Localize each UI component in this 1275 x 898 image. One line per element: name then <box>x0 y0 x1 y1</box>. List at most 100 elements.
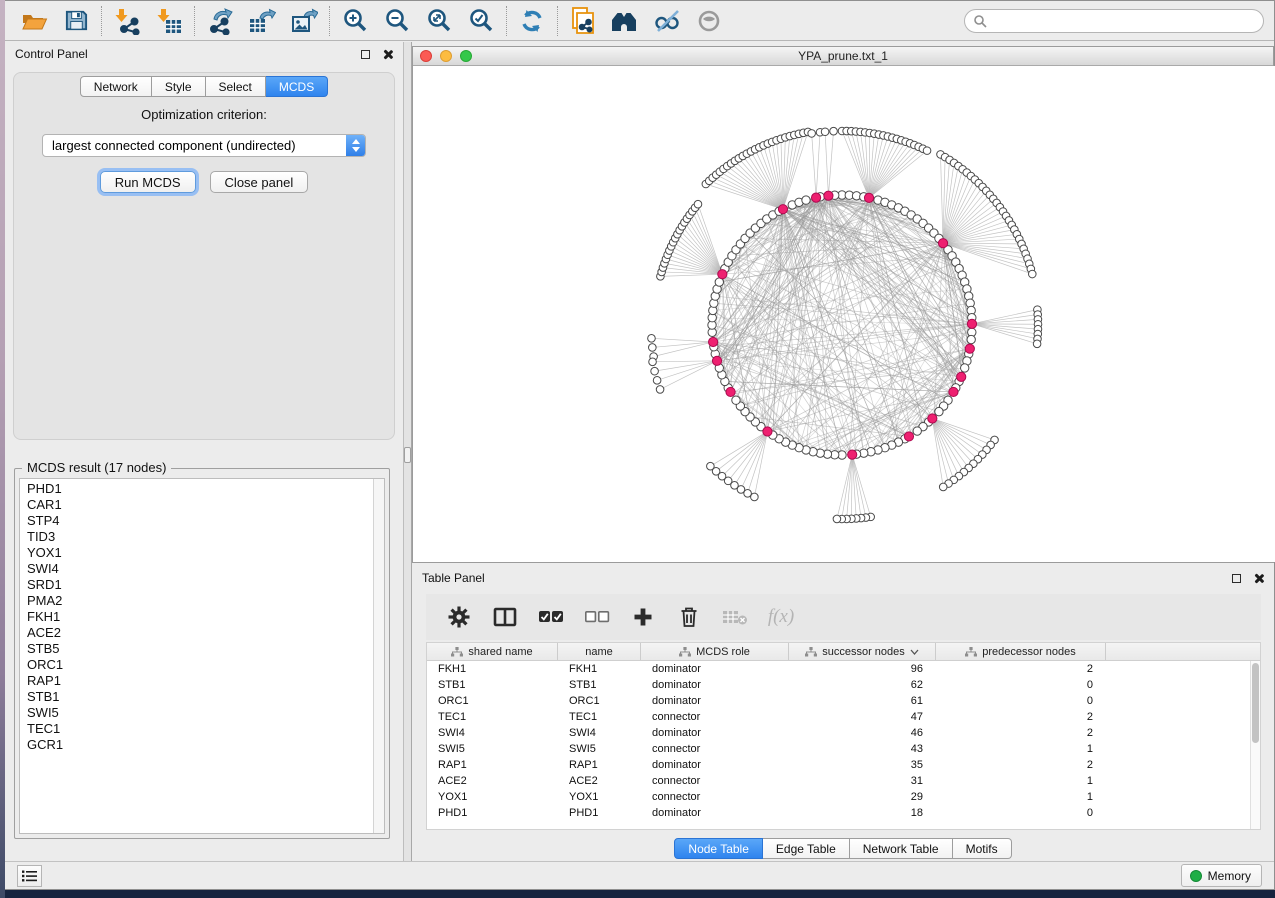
mcds-result-item[interactable]: GCR1 <box>27 737 384 753</box>
graph-edge[interactable] <box>716 431 767 471</box>
graph-edge[interactable] <box>715 354 909 437</box>
cell-predecessor-nodes[interactable]: 2 <box>936 661 1106 677</box>
graph-edge[interactable] <box>972 324 1038 329</box>
graph-satellite-node[interactable] <box>1033 340 1041 348</box>
graph-satellite-node[interactable] <box>808 130 816 138</box>
column-header-shared-name[interactable]: shared name <box>427 643 558 660</box>
table-row[interactable]: ACE2ACE2connector311 <box>427 773 1260 789</box>
graph-mcds-hub-node[interactable] <box>848 450 857 459</box>
graph-edge[interactable] <box>812 133 816 197</box>
graph-mcds-hub-node[interactable] <box>811 193 820 202</box>
tab-style[interactable]: Style <box>152 76 206 97</box>
tab-network-table[interactable]: Network Table <box>850 838 953 859</box>
cell-MCDS-role[interactable]: dominator <box>641 677 789 693</box>
graph-mcds-hub-node[interactable] <box>965 344 974 353</box>
cell-successor-nodes[interactable]: 46 <box>789 725 936 741</box>
graph-mcds-hub-node[interactable] <box>712 356 721 365</box>
cell-successor-nodes[interactable]: 47 <box>789 709 936 725</box>
cell-predecessor-nodes[interactable]: 2 <box>936 725 1106 741</box>
close-panel-icon[interactable] <box>382 49 393 60</box>
show-details-eye-button[interactable] <box>688 4 730 38</box>
cell-name[interactable]: RAP1 <box>558 757 641 773</box>
cell-successor-nodes[interactable]: 96 <box>789 661 936 677</box>
import-network-button[interactable] <box>106 4 148 38</box>
zoom-in-button[interactable] <box>334 4 376 38</box>
graph-edge[interactable] <box>654 342 713 357</box>
graph-mcds-hub-node[interactable] <box>928 414 937 423</box>
export-network-button[interactable] <box>199 4 241 38</box>
splitter-grip[interactable] <box>404 447 411 463</box>
graph-edge[interactable] <box>734 431 767 485</box>
table-row[interactable]: ORC1ORC1dominator610 <box>427 693 1260 709</box>
graph-edge[interactable] <box>869 147 919 198</box>
graph-edge[interactable] <box>851 131 869 198</box>
graph-edge[interactable] <box>741 431 767 489</box>
cell-MCDS-role[interactable]: dominator <box>641 805 789 821</box>
select-all-rows-button[interactable] <box>532 599 570 635</box>
close-panel-button[interactable]: Close panel <box>210 171 309 193</box>
import-table-button[interactable] <box>148 4 190 38</box>
graph-mcds-hub-node[interactable] <box>709 337 718 346</box>
cell-shared-name[interactable]: RAP1 <box>427 757 558 773</box>
column-header-successor-nodes[interactable]: successor nodes <box>789 643 936 660</box>
zoom-selected-button[interactable] <box>460 4 502 38</box>
graph-edge[interactable] <box>710 431 767 466</box>
float-table-panel-icon[interactable] <box>1232 574 1241 583</box>
cell-name[interactable]: SWI5 <box>558 741 641 757</box>
graph-mcds-hub-node[interactable] <box>726 387 735 396</box>
run-mcds-button[interactable]: Run MCDS <box>100 171 196 193</box>
cell-name[interactable]: ORC1 <box>558 693 641 709</box>
cell-predecessor-nodes[interactable]: 2 <box>936 757 1106 773</box>
cell-MCDS-role[interactable]: connector <box>641 741 789 757</box>
mcds-result-item[interactable]: FKH1 <box>27 609 384 625</box>
cell-MCDS-role[interactable]: dominator <box>641 693 789 709</box>
graph-edge[interactable] <box>653 361 717 362</box>
graph-edge[interactable] <box>972 324 1038 339</box>
graph-edge[interactable] <box>932 419 959 477</box>
cell-name[interactable]: PHD1 <box>558 805 641 821</box>
cell-MCDS-role[interactable]: dominator <box>641 725 789 741</box>
save-session-button[interactable] <box>55 4 97 38</box>
close-table-panel-icon[interactable] <box>1253 573 1264 584</box>
table-row[interactable]: SWI5SWI5connector431 <box>427 741 1260 757</box>
graph-satellite-node[interactable] <box>707 462 715 470</box>
cell-MCDS-role[interactable]: connector <box>641 709 789 725</box>
graph-mcds-hub-node[interactable] <box>967 319 976 328</box>
graph-node[interactable] <box>802 196 810 204</box>
tab-edge-table[interactable]: Edge Table <box>763 838 850 859</box>
cell-name[interactable]: ACE2 <box>558 773 641 789</box>
cell-successor-nodes[interactable]: 61 <box>789 693 936 709</box>
column-header-MCDS-role[interactable]: MCDS role <box>641 643 789 660</box>
panel-splitter[interactable] <box>403 42 412 861</box>
cell-predecessor-nodes[interactable]: 0 <box>936 693 1106 709</box>
cell-predecessor-nodes[interactable]: 1 <box>936 773 1106 789</box>
graph-edge[interactable] <box>728 431 767 480</box>
graph-satellite-node[interactable] <box>649 358 657 366</box>
cell-shared-name[interactable]: SWI5 <box>427 741 558 757</box>
graph-satellite-node[interactable] <box>1028 270 1036 278</box>
graph-edge[interactable] <box>842 455 852 519</box>
graph-edge[interactable] <box>722 274 928 422</box>
cell-shared-name[interactable]: PHD1 <box>427 805 558 821</box>
tab-network[interactable]: Network <box>80 76 152 97</box>
cell-successor-nodes[interactable]: 62 <box>789 677 936 693</box>
tab-select[interactable]: Select <box>206 76 266 97</box>
cell-name[interactable]: STB1 <box>558 677 641 693</box>
cell-MCDS-role[interactable]: dominator <box>641 661 789 677</box>
graph-edge[interactable] <box>943 191 986 243</box>
cell-predecessor-nodes[interactable]: 1 <box>936 789 1106 805</box>
column-browser-button[interactable] <box>486 599 524 635</box>
cell-shared-name[interactable]: ACE2 <box>427 773 558 789</box>
column-header-predecessor-nodes[interactable]: predecessor nodes <box>936 643 1106 660</box>
mcds-result-item[interactable]: SRD1 <box>27 577 384 593</box>
graph-mcds-hub-node[interactable] <box>949 387 958 396</box>
table-row[interactable]: RAP1RAP1dominator352 <box>427 757 1260 773</box>
mcds-result-item[interactable]: YOX1 <box>27 545 384 561</box>
graph-edge[interactable] <box>972 324 1037 344</box>
column-header-name[interactable]: name <box>558 643 641 660</box>
graph-edge[interactable] <box>972 324 1038 334</box>
mcds-result-item[interactable]: STB5 <box>27 641 384 657</box>
mcds-result-item[interactable]: TEC1 <box>27 721 384 737</box>
optimization-criterion-select[interactable]: largest connected component (undirected) <box>42 134 366 157</box>
cell-MCDS-role[interactable]: connector <box>641 773 789 789</box>
